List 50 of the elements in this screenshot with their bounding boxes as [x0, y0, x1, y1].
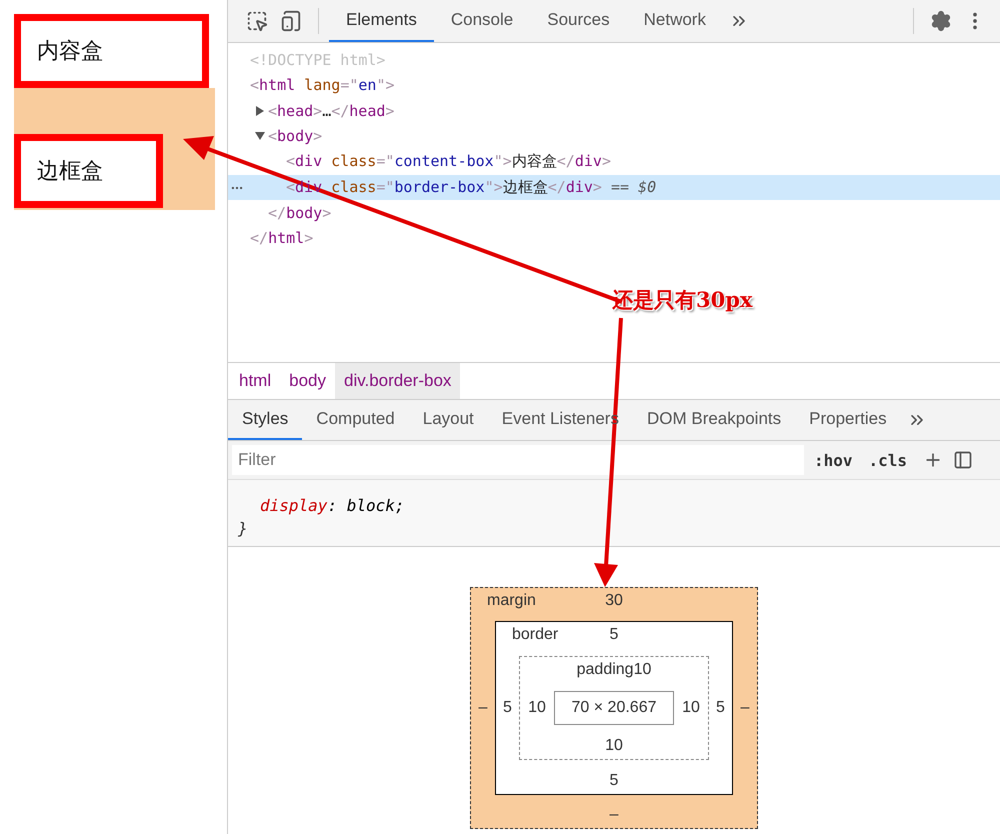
settings-icon[interactable] — [930, 10, 952, 32]
css-declaration: display: block; — [259, 495, 406, 517]
outlined-box: 边框盒 — [14, 134, 163, 208]
dom-node-row[interactable]: <html lang="en"> — [228, 72, 1000, 98]
sidebar-toggle-icon[interactable] — [953, 450, 974, 470]
styles-pane-tab[interactable]: Layout — [408, 400, 488, 440]
triangle-down-icon[interactable] — [255, 131, 265, 142]
styles-pane-tab[interactable]: Properties — [795, 400, 901, 440]
box-model-label: border — [511, 626, 558, 644]
dom-node-row[interactable]: <body> — [228, 124, 1000, 149]
code-line: <!DOCTYPE html> — [250, 50, 386, 69]
closing-brace: } — [238, 518, 249, 540]
code-line: </html> — [250, 229, 314, 248]
device-icon[interactable] — [280, 10, 302, 32]
breadcrumb[interactable]: body — [280, 363, 335, 399]
dom-node-row[interactable]: <div class="content-box">内容盒</div> — [228, 149, 1000, 174]
box-model-value: 5 — [610, 772, 618, 790]
box-model-value: padding10 — [576, 661, 652, 679]
devtools-tab[interactable]: Sources — [530, 0, 627, 42]
dom-node-row[interactable]: <head>…</head> — [228, 98, 1000, 124]
box-model-value: 5 — [716, 699, 725, 717]
box-model-value: 5 — [610, 626, 618, 644]
styles-pane-tab[interactable]: Computed — [302, 400, 409, 440]
code-line: </body> — [268, 204, 332, 222]
box-model-value: – — [740, 699, 750, 717]
code-line: <div class="content-box">内容盒</div> — [286, 152, 611, 172]
code-line: <body> — [268, 127, 322, 146]
devtools-tab[interactable]: Console — [434, 0, 530, 42]
toggle-button[interactable]: :hov — [808, 450, 859, 470]
box-model-value: – — [478, 699, 488, 717]
styles-pane-tab[interactable]: DOM Breakpoints — [632, 400, 796, 440]
devtools-tab[interactable]: Elements — [329, 0, 434, 42]
box-model-label: margin — [486, 592, 536, 610]
content-size: 70 × 20.667 — [554, 691, 674, 725]
devtools-tab[interactable]: Network — [626, 0, 723, 42]
filter-field[interactable]: Filter — [232, 445, 804, 475]
box-model-value: 10 — [682, 699, 700, 717]
code-line: <html lang="en"> — [250, 76, 394, 94]
box-model-value: 30 — [605, 592, 623, 610]
toggle-button[interactable]: .cls — [862, 450, 914, 470]
breadcrumb[interactable]: div.border-box — [335, 363, 460, 399]
box-model-value: – — [610, 806, 618, 824]
box-model-value: 10 — [605, 737, 623, 755]
box-model-value: 10 — [528, 699, 546, 717]
box-model-value: 5 — [503, 699, 512, 717]
outlined-box: 内容盒 — [14, 14, 209, 88]
inspect-icon[interactable] — [246, 10, 268, 32]
code-line: <head>…</head> — [268, 102, 394, 120]
breadcrumb[interactable]: html — [230, 363, 280, 399]
triangle-right-icon[interactable] — [255, 106, 265, 116]
